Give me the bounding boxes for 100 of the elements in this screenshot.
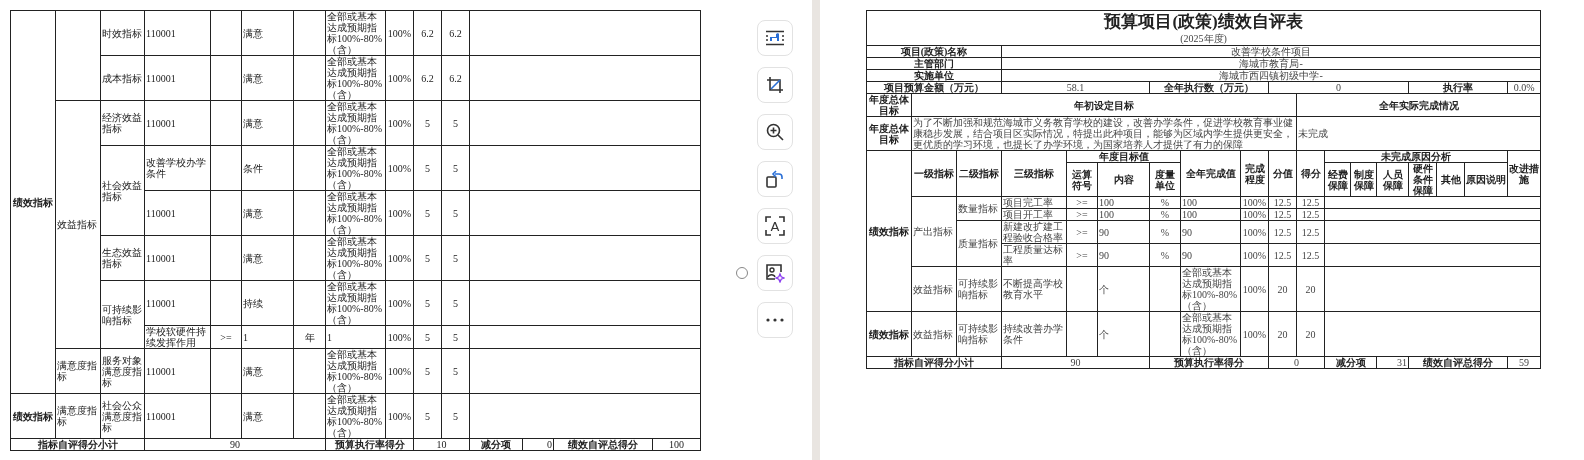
- table-cell: 全部或基本达成预期指标100%-80%（含）: [325, 190, 386, 236]
- table-cell: 全部或基本达成预期指标100%-80%（含）: [325, 145, 386, 191]
- table-cell: 100%: [385, 235, 414, 281]
- table-cell: 100%: [385, 10, 414, 56]
- crop-button[interactable]: [757, 67, 793, 103]
- table-cell: 未完成: [1296, 116, 1541, 151]
- more-icon: [766, 318, 784, 322]
- table-cell: 全部或基本达成预期指标100%-80%（含）: [1180, 311, 1241, 357]
- header-cell: 绩效指标: [866, 150, 912, 312]
- table-cell: 90: [1097, 220, 1150, 244]
- table-cell: 效益指标: [55, 100, 101, 349]
- header-cell: 指标自评得分小计: [866, 356, 1002, 369]
- table-cell: 100%: [385, 348, 414, 394]
- table-cell: 全部或基本达成预期指标100%-80%（含）: [325, 280, 386, 326]
- table-cell: 100: [1097, 208, 1150, 221]
- table-cell: 5: [413, 190, 442, 236]
- table-cell: 0: [1268, 81, 1409, 94]
- table-cell: 100%: [385, 393, 414, 439]
- table-cell: >=: [1066, 196, 1098, 209]
- header-cell: 其他: [1436, 162, 1465, 197]
- table-cell: 服务对象满意度指标: [100, 348, 145, 394]
- table-cell: 个: [1097, 266, 1150, 312]
- table-cell: 100%: [385, 55, 414, 101]
- table-cell: 100%: [385, 325, 414, 349]
- header-cell: 绩效指标: [10, 393, 56, 439]
- image-enhance-button[interactable]: [757, 255, 793, 291]
- table-cell: 100%: [1240, 266, 1269, 312]
- table-cell: 6.2: [441, 55, 470, 101]
- header-cell: 年度总体目标: [866, 93, 912, 117]
- table-cell: 1: [325, 325, 386, 349]
- table-cell: 持续: [241, 280, 294, 326]
- table-cell: 100%: [1240, 243, 1269, 267]
- text-wrap-button[interactable]: [757, 20, 793, 56]
- table-cell: %: [1149, 208, 1181, 221]
- form-year: (2025年度): [1179, 33, 1228, 45]
- table-cell: 条件: [241, 145, 294, 191]
- text-wrap-icon: [765, 30, 785, 46]
- header-cell: 实施单位: [866, 69, 1002, 82]
- table-cell: >=: [1066, 208, 1098, 221]
- table-cell: 全部或基本达成预期指标100%-80%（含）: [325, 393, 386, 439]
- header-cell: 分值: [1268, 150, 1297, 197]
- table-cell: 5: [413, 280, 442, 326]
- table-cell: 5: [413, 235, 442, 281]
- table-cell: 社会公众满意度指标: [100, 393, 145, 439]
- table-cell: 全部或基本达成预期指标100%-80%（含）: [325, 55, 386, 101]
- zoom-in-icon: [766, 123, 784, 141]
- table-cell: 100%: [1240, 220, 1269, 244]
- table-cell: 年: [293, 325, 326, 349]
- header-cell: 年初设定目标: [911, 93, 1297, 117]
- table-cell: 100%: [1240, 208, 1269, 221]
- table-cell: 新建改扩建工程验收合格率: [1001, 220, 1067, 244]
- header-cell: 硬件条件保障: [1408, 162, 1437, 197]
- header-cell: 三级指标: [1001, 150, 1067, 197]
- table-cell: 12.5: [1296, 243, 1325, 267]
- rotate-button[interactable]: [757, 161, 793, 197]
- table-cell: 质量指标: [956, 220, 1002, 267]
- header-cell: 主管部门: [866, 57, 1002, 70]
- table-cell: 满意: [241, 100, 294, 146]
- table-cell: 6.2: [441, 10, 470, 56]
- text-recognition-button[interactable]: A: [757, 208, 793, 244]
- scan-frame-icon: [765, 216, 785, 236]
- table-cell: 持续改善办学条件: [1001, 311, 1067, 357]
- table-cell: 5: [441, 393, 470, 439]
- header-cell: 得分: [1296, 150, 1325, 197]
- table-cell: 满意: [241, 235, 294, 281]
- table-cell: 5: [441, 325, 470, 349]
- table-cell: 5: [413, 100, 442, 146]
- table-cell: 5: [413, 145, 442, 191]
- table-cell: 12.5: [1296, 220, 1325, 244]
- table-cell: 海城市教育局-: [1001, 57, 1541, 70]
- table-cell: 110001: [144, 393, 211, 439]
- header-cell: 绩效指标: [10, 10, 56, 394]
- select-marker[interactable]: [736, 267, 748, 279]
- header-cell: 绩效自评总得分: [1408, 356, 1508, 369]
- zoom-in-button[interactable]: [757, 114, 793, 150]
- table-cell: >=: [1066, 220, 1098, 244]
- table-cell: %: [1149, 243, 1181, 267]
- table-cell: 0.0%: [1507, 81, 1541, 94]
- table-cell: 5: [441, 145, 470, 191]
- header-cell: 运算符号: [1066, 162, 1098, 197]
- table-cell: 0: [1268, 356, 1325, 369]
- table-cell: 100: [652, 438, 701, 451]
- header-cell: 制度保障: [1350, 162, 1377, 197]
- rotate-icon: [766, 170, 784, 188]
- table-cell: 满意: [241, 393, 294, 439]
- table-cell: 成本指标: [100, 55, 145, 101]
- header-cell: 经费保障: [1324, 162, 1351, 197]
- table-cell: 满意: [241, 55, 294, 101]
- header-cell: 减分项: [1324, 356, 1377, 369]
- table-cell: 满意: [241, 10, 294, 56]
- table-cell: 31: [1376, 356, 1409, 369]
- table-cell: 12.5: [1268, 243, 1297, 267]
- table-cell: 改善学校办学条件: [144, 145, 211, 191]
- table-cell: 海城市西四镇初级中学-: [1001, 69, 1541, 82]
- table-cell: %: [1149, 196, 1181, 209]
- table-cell: 效益指标: [911, 311, 957, 357]
- table-cell: 100%: [1240, 311, 1269, 357]
- table-cell: 100: [1180, 196, 1241, 209]
- table-cell: 100: [1180, 208, 1241, 221]
- table-cell: 12.5: [1268, 208, 1297, 221]
